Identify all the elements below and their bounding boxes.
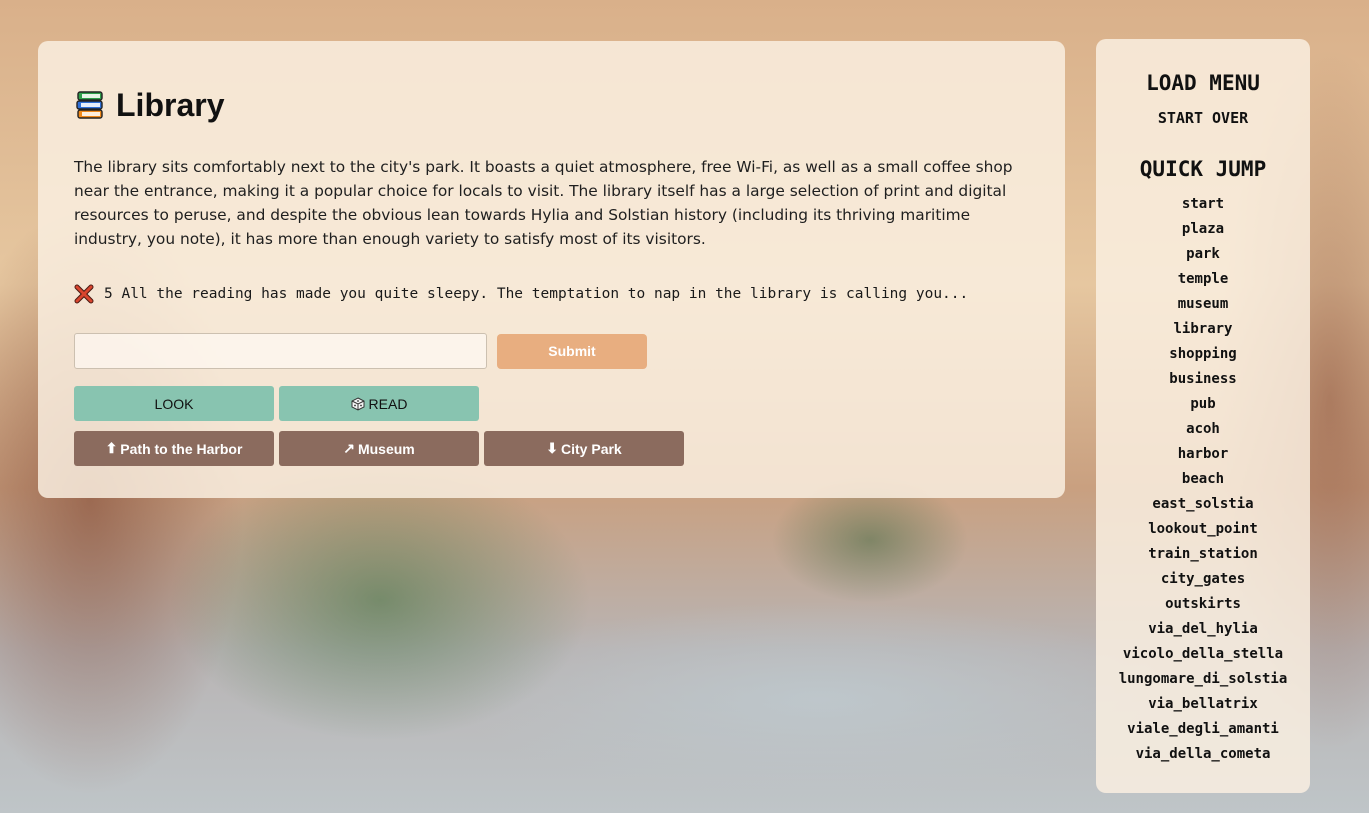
look-label: LOOK <box>154 395 194 412</box>
jump-link[interactable]: start <box>1096 194 1310 219</box>
quick-jump-list: start plaza park temple museum library s… <box>1096 194 1310 769</box>
books-icon <box>76 91 103 119</box>
arrow-down-icon: ⬇ <box>546 440 559 456</box>
jump-link[interactable]: viale_degli_amanti <box>1096 719 1310 744</box>
jump-link[interactable]: train_station <box>1096 544 1310 569</box>
jump-link[interactable]: pub <box>1096 394 1310 419</box>
arrow-up-icon: ⬆ <box>105 440 118 456</box>
load-menu-heading[interactable]: LOAD MENU <box>1096 71 1310 95</box>
action-buttons: LOOK READ <box>74 386 1029 421</box>
main-panel: Library The library sits comfortably nex… <box>38 41 1065 498</box>
jump-link[interactable]: beach <box>1096 469 1310 494</box>
status-message: 5 All the reading has made you quite sle… <box>104 286 969 302</box>
jump-link[interactable]: east_solstia <box>1096 494 1310 519</box>
jump-link[interactable]: acoh <box>1096 419 1310 444</box>
navigation-buttons: ⬆ Path to the Harbor ↗ Museum ⬇ City Par… <box>74 431 1029 466</box>
title-row: Library <box>74 85 1029 125</box>
command-row: Submit <box>74 333 1029 369</box>
nav-label: Path to the Harbor <box>120 440 243 457</box>
jump-link[interactable]: via_bellatrix <box>1096 694 1310 719</box>
jump-link[interactable]: lookout_point <box>1096 519 1310 544</box>
nav-label: City Park <box>561 440 622 457</box>
location-description: The library sits comfortably next to the… <box>74 158 1013 248</box>
nav-path-to-harbor-button[interactable]: ⬆ Path to the Harbor <box>74 431 274 466</box>
read-label: READ <box>368 395 408 412</box>
jump-link[interactable]: park <box>1096 244 1310 269</box>
sidebar: LOAD MENU START OVER QUICK JUMP start pl… <box>1096 39 1310 793</box>
command-input[interactable] <box>74 333 487 369</box>
jump-link[interactable]: via_della_cometa <box>1096 744 1310 769</box>
jump-link[interactable]: museum <box>1096 294 1310 319</box>
jump-link[interactable]: via_del_hylia <box>1096 619 1310 644</box>
nav-city-park-button[interactable]: ⬇ City Park <box>484 431 684 466</box>
submit-button[interactable]: Submit <box>497 333 647 369</box>
arrow-up-right-icon: ↗ <box>343 440 355 456</box>
jump-link[interactable]: lungomare_di_solstia <box>1096 669 1310 694</box>
location-title: Library <box>116 86 225 123</box>
look-button[interactable]: LOOK <box>74 386 274 421</box>
jump-link[interactable]: city_gates <box>1096 569 1310 594</box>
status-row: 5 All the reading has made you quite sle… <box>74 284 1029 304</box>
jump-link[interactable]: vicolo_della_stella <box>1096 644 1310 669</box>
start-over-link[interactable]: START OVER <box>1096 109 1310 127</box>
jump-link[interactable]: temple <box>1096 269 1310 294</box>
jump-link[interactable]: plaza <box>1096 219 1310 244</box>
jump-link[interactable]: library <box>1096 319 1310 344</box>
nav-museum-button[interactable]: ↗ Museum <box>279 431 479 466</box>
nav-label: Museum <box>357 440 415 457</box>
jump-link[interactable]: business <box>1096 369 1310 394</box>
jump-link[interactable]: outskirts <box>1096 594 1310 619</box>
quick-jump-heading: QUICK JUMP <box>1139 157 1267 181</box>
jump-link[interactable]: harbor <box>1096 444 1310 469</box>
die-icon <box>351 396 365 411</box>
jump-link[interactable]: shopping <box>1096 344 1310 369</box>
red-x-icon <box>74 284 94 304</box>
read-button[interactable]: READ <box>279 386 479 421</box>
